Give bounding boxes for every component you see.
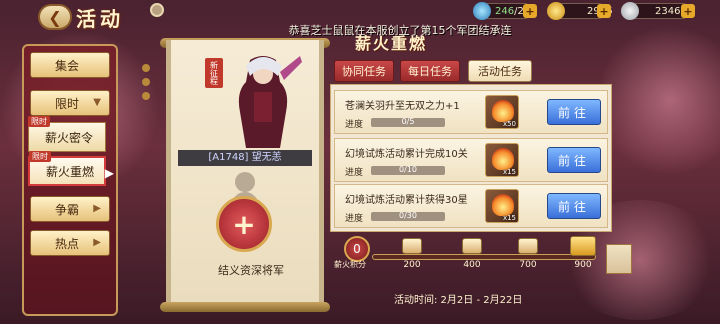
- hero-portrait: [238, 56, 302, 148]
- scroll-rod-bottom: [160, 302, 330, 312]
- silver-coin-icon: [621, 2, 639, 20]
- hero-name: [A1748] 望无恙: [178, 150, 312, 166]
- tab-daily[interactable]: 每日任务: [400, 60, 460, 82]
- flame-icon: [492, 100, 514, 122]
- chevron-right-icon: ▶: [93, 237, 101, 248]
- activity-time: 活动时间: 2月2日 - 2月22日: [394, 295, 523, 306]
- page-title: 活动: [76, 7, 124, 31]
- milestone-label: 200: [403, 260, 421, 270]
- task-row: 幻境试炼活动累计完成10关 进度 0/10 x15 前往: [334, 138, 608, 182]
- add-energy-button[interactable]: +: [523, 4, 537, 18]
- chest-icon[interactable]: [462, 238, 482, 254]
- task-progress-bar: 0/5: [371, 118, 445, 127]
- reward-item[interactable]: x15: [485, 143, 519, 177]
- seal-ornament: [142, 64, 150, 72]
- scroll-ornament: [606, 244, 632, 274]
- panel-title: 薪火重燃: [354, 34, 427, 53]
- gold-ingot-icon: [547, 2, 565, 20]
- seal-ornament: [142, 78, 150, 86]
- add-gold-button[interactable]: +: [597, 4, 611, 18]
- add-silver-button[interactable]: +: [681, 4, 695, 18]
- chevron-right-icon: ▶: [93, 203, 101, 214]
- menu-item-contend[interactable]: 争霸 ▶: [30, 196, 110, 222]
- gold-counter: 2936 +: [547, 2, 612, 20]
- go-button[interactable]: 前往: [547, 193, 601, 219]
- tab-cooperative[interactable]: 协同任务: [334, 60, 394, 82]
- background-blossom: [600, 20, 720, 180]
- menu-item-hot[interactable]: 热点 ▶: [30, 230, 110, 256]
- flame-icon: [492, 148, 514, 170]
- go-button[interactable]: 前往: [547, 99, 601, 125]
- chevron-right-icon: ▶: [104, 166, 114, 180]
- chest-icon[interactable]: [402, 238, 422, 254]
- big-chest-icon[interactable]: [570, 236, 596, 256]
- chest-icon[interactable]: [518, 238, 538, 254]
- limited-tag: 限时: [28, 116, 50, 127]
- reward-item[interactable]: x15: [485, 189, 519, 223]
- sworn-general-label: 结义资深将军: [218, 264, 284, 277]
- seal-ornament: [142, 92, 150, 100]
- back-button[interactable]: ❮: [38, 4, 72, 30]
- milestone-label: 400: [463, 260, 481, 270]
- go-button[interactable]: 前往: [547, 147, 601, 173]
- silver-counter: 234600 +: [621, 2, 695, 20]
- menu-item-limited[interactable]: 限时 ▼: [30, 90, 110, 116]
- points-label: 薪火积分: [334, 260, 366, 269]
- sub-item-fire-decree[interactable]: 限时 薪火密令: [28, 116, 106, 152]
- tab-activity[interactable]: 活动任务: [468, 60, 532, 82]
- milestone-label: 700: [519, 260, 537, 270]
- milestone-label: 900: [574, 260, 592, 270]
- task-row: 苍澜关羽升至无双之力+1 进度 0/5 x50 前往: [334, 90, 608, 134]
- energy-icon: [473, 2, 491, 20]
- menu-item-gathering[interactable]: 集会: [30, 52, 110, 78]
- task-row: 幻境试炼活动累计获得30星 进度 0/30 x15 前往: [334, 184, 608, 228]
- sub-item-rekindle[interactable]: 限时 薪火重燃 ▶: [28, 151, 114, 186]
- limited-tag: 限时: [29, 151, 51, 162]
- task-progress-bar: 0/10: [371, 166, 445, 175]
- flame-icon: [492, 194, 514, 216]
- task-progress-bar: 0/30: [371, 212, 445, 221]
- reward-item[interactable]: x50: [485, 95, 519, 129]
- add-sworn-general-button[interactable]: +: [216, 196, 272, 252]
- back-arrow-icon: ❮: [48, 7, 62, 27]
- energy-counter: 246/240 +: [473, 2, 537, 20]
- chevron-down-icon: ▼: [93, 97, 101, 108]
- gear-icon[interactable]: [150, 3, 164, 17]
- plus-icon: +: [232, 207, 256, 241]
